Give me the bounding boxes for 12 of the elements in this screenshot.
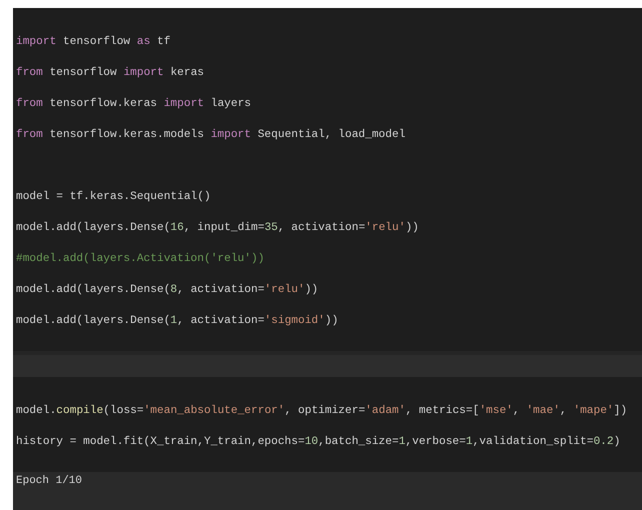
code-line: model.add(layers.Dense(8, activation='relu')) bbox=[16, 282, 320, 298]
code-line: model.add(layers.Dense(1, activation='sigmoid')) bbox=[16, 314, 340, 329]
code-line: from tensorflow.keras import layers bbox=[16, 96, 252, 112]
code-line: model.add(layers.Dense(16, input_dim=35, activation='relu')) bbox=[16, 220, 420, 236]
code-line: model = tf.keras.Sequential() bbox=[16, 190, 212, 205]
code-line: history = model.fit(X_train,Y_train,epochs=10,batch_size=1,verbose=1,validation_split=0.2) bbox=[16, 434, 622, 450]
code-line: #model.add(layers.Activation('relu')) bbox=[16, 252, 266, 267]
code-line: import tensorflow as tf bbox=[16, 34, 172, 50]
code-line: from tensorflow import keras bbox=[16, 66, 206, 81]
output-text: Epoch 1/10 bbox=[16, 475, 82, 487]
code-line: from tensorflow.keras.models import Sequential, load_model bbox=[16, 128, 406, 143]
code-line: model.compile(loss='mean_absolute_error', optimizer='adam', metrics=['mse', 'mae', 'mape']) bbox=[16, 404, 628, 419]
